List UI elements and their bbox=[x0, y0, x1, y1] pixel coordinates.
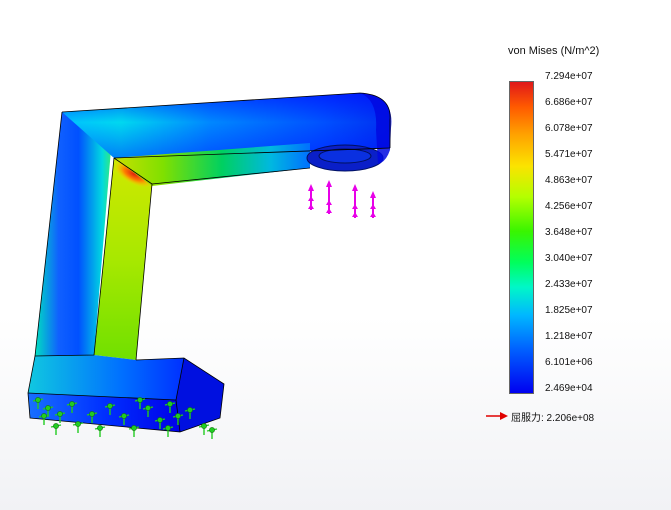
fixture-symbol[interactable] bbox=[94, 425, 106, 437]
legend-title: von Mises (N/m^2) bbox=[508, 45, 600, 57]
legend-tick-label: 6.686e+07 bbox=[545, 97, 593, 108]
load-arrows[interactable] bbox=[308, 180, 376, 218]
legend-tick-label: 3.648e+07 bbox=[545, 227, 593, 238]
fixture-symbol[interactable] bbox=[72, 421, 84, 433]
fixture-symbol[interactable] bbox=[50, 423, 62, 435]
legend-tick-label: 2.469e+04 bbox=[545, 383, 593, 394]
legend-tick-label: 3.040e+07 bbox=[545, 253, 593, 264]
pin-boss-inner bbox=[318, 148, 372, 164]
legend-tick-label: 1.218e+07 bbox=[545, 331, 593, 342]
legend-tick-label: 4.256e+07 bbox=[545, 201, 593, 212]
yield-marker-icon bbox=[486, 412, 508, 420]
yield-strength-label: 屈服力: 2.206e+08 bbox=[511, 412, 595, 424]
base-side-face bbox=[176, 358, 224, 432]
legend-tick-label: 5.471e+07 bbox=[545, 149, 593, 160]
base-top-face bbox=[28, 355, 184, 400]
load-arrow[interactable] bbox=[326, 180, 332, 214]
load-arrow[interactable] bbox=[308, 184, 314, 210]
legend-tick-label: 6.078e+07 bbox=[545, 123, 593, 134]
yield-strength-row: 屈服力: 2.206e+08 bbox=[486, 409, 595, 424]
legend-tick-label: 2.433e+07 bbox=[545, 279, 593, 290]
legend-tick-label: 7.294e+07 bbox=[545, 71, 593, 82]
legend-tick-label: 1.825e+07 bbox=[545, 305, 593, 316]
legend-tick-label: 4.863e+07 bbox=[545, 175, 593, 186]
load-arrow[interactable] bbox=[370, 191, 376, 218]
stress-colorbar bbox=[509, 81, 534, 394]
fixture-symbol[interactable] bbox=[206, 427, 218, 439]
legend-tick-label: 6.101e+06 bbox=[545, 357, 593, 368]
load-arrow[interactable] bbox=[352, 184, 358, 218]
